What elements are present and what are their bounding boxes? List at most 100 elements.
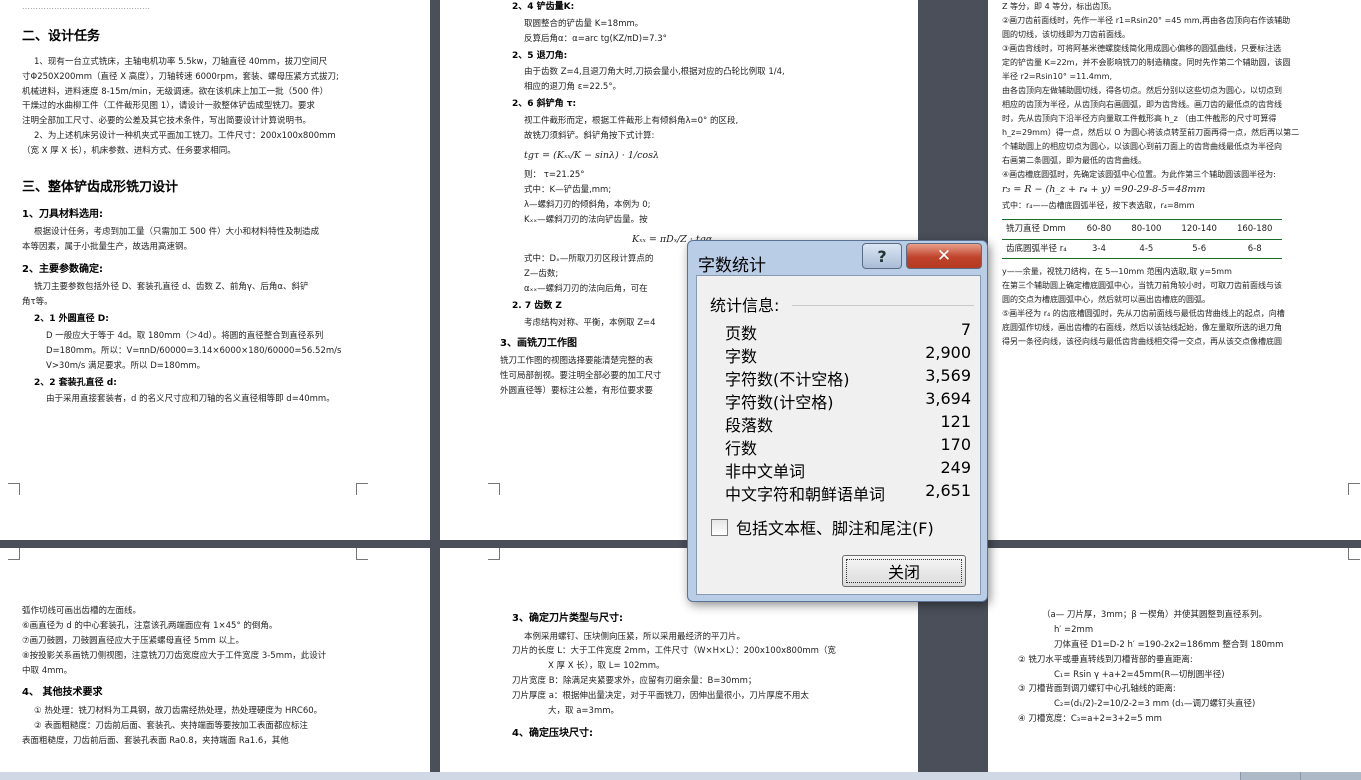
page-text-line: ⑦画刀鼓圆，刀鼓圆直径应大于压紧螺母直径 5mm 以上。 xyxy=(22,635,244,646)
document-page-3[interactable]: Z 等分，即 4 等分，标出齿顶。 ②画刀齿前面线时，先作一半径 r1=Rsin… xyxy=(988,0,1361,540)
table-cell: 80-100 xyxy=(1121,218,1172,240)
page-corner-mark xyxy=(488,483,500,495)
page-text-line: 圆的交点为槽底圆弧中心，然后就可以画出齿槽底的圆弧。 xyxy=(1002,295,1210,305)
subsection-heading: 3、确定刀片类型与尺寸: xyxy=(512,613,623,624)
subsection-heading: 4、 其他技术要求 xyxy=(22,687,103,699)
stat-row-lines: 行数 170 xyxy=(725,435,971,458)
status-bar-section xyxy=(1300,772,1361,780)
subsection-heading: 4、确定压块尺寸: xyxy=(512,727,593,739)
stat-label: 字数 xyxy=(725,347,758,366)
page-text-line: 由于采用直接套装者，d 的名义尺寸应和刀轴的名义直径相等即 d=40mm。 xyxy=(46,394,335,405)
page-text-line: 视工件截形而定，根据工件截形上有倾斜角λ=0° 的区段, xyxy=(524,115,739,126)
page-text-line: 刀片厚度 a：根据伸出量决定，对于平面铣刀，因伸出量很小，刀片厚度不用太 xyxy=(512,691,809,701)
page-corner-mark xyxy=(356,548,368,560)
stat-value: 7 xyxy=(960,320,971,339)
page-corner-mark xyxy=(1348,548,1360,560)
document-page-1[interactable]: ………………………………………… 二、设计任务 1、现有一台立式铣床，主轴电机功… xyxy=(0,0,430,540)
subsection-heading: 2、主要参数确定: xyxy=(22,263,103,275)
word-count-dialog[interactable]: 字数统计 ? ✕ 统计信息: 页数 7 字数 2,900 字符数(不计空格) 3… xyxy=(687,240,988,602)
stat-value: 3,569 xyxy=(925,366,971,385)
group-divider xyxy=(792,305,974,306)
page-text-line: Z 等分，即 4 等分，标出齿顶。 xyxy=(1002,2,1117,11)
page-text-line: ③ 刀槽背面到调刀螺钉中心孔轴线的距离: xyxy=(1018,684,1176,695)
page-corner-mark xyxy=(8,548,20,560)
stat-value: 170 xyxy=(940,435,971,454)
page-text-line: 中取 4mm。 xyxy=(22,665,73,676)
page-text-line: λ—螺斜刀刃的倾斜角，本例为 0; xyxy=(524,199,651,210)
page-text-line: Kₓₓ—螺斜刀刃的法向铲齿量。按 xyxy=(524,214,648,225)
page-text-line: ⑤画半径为 r₄ 的齿底槽圆弧时，先从刀齿前面线与最低齿背曲线上的起点，向槽 xyxy=(1002,309,1285,319)
table-cell: 120-140 xyxy=(1171,218,1227,240)
page-text-line: 表面粗糙度，刀齿前后面、套装孔表面 Ra0.8，夹持端面 Ra1.6，其他 xyxy=(22,735,289,746)
page-text-line: （宽 X 厚 X 长），机床参数、进料方式、任务要求相同。 xyxy=(22,146,236,156)
stat-label: 页数 xyxy=(725,324,758,343)
page-text-line: 铣刀主要参数包括外径 D、套装孔直径 d、齿数 Z、前角γ、后角α、斜铲 xyxy=(34,282,309,293)
page-text-line: 根据设计任务，考虑到加工量（只需加工 500 件）大小和材料特性及制造成 xyxy=(34,227,320,238)
page-text-line: 由各齿顶向左做辅助圆切线，得各切点。然后分别以这些切点为圆心，以切点到 xyxy=(1002,86,1282,95)
page-text-line: ② 表面粗糙度：刀齿前后面、套装孔、夹持端面等要按加工表面都应标注 xyxy=(34,720,308,731)
subsection-heading: 1、刀具材料选用: xyxy=(22,208,103,220)
page-text-line: ②画刀齿前面线时，先作一半径 r1=Rsin20° =45 mm,再由各齿顶向右… xyxy=(1002,16,1291,25)
page-text-line: ⑥画直径为 d 的中心套装孔，注意该孔两端面应有 1×45° 的倒角。 xyxy=(22,620,278,631)
page-text-line: 时，先从齿顶向下沿半径方向量取工件截形高 h_z （由工件截形的尺寸可算得 xyxy=(1002,114,1277,123)
page-text-line: h_z=29mm）得一点，然后以 O 为圆心将该点转至前刀面再得一点，然后再以第… xyxy=(1002,128,1300,137)
document-page-6[interactable]: （a— 刀片厚，3mm；β 一楔角）并使其圆整到直径系列。 h′ =2mm 刀体… xyxy=(988,548,1361,772)
table-cell: 4-5 xyxy=(1121,238,1172,260)
page-text-line: 得另一条径向线，该径向线与最低齿背曲线相交得一交点，再从该交点像槽底圆 xyxy=(1002,337,1282,347)
include-textboxes-checkbox[interactable] xyxy=(711,518,728,536)
page-corner-mark xyxy=(488,548,500,560)
radius-table: 铣刀直径 Dmm 60-80 80-100 120-140 160-180 齿底… xyxy=(1002,218,1283,260)
section-heading: 三、整体铲齿成形铣刀设计 xyxy=(22,179,179,195)
page-text-line: 1、现有一台立式铣床，主轴电机功率 5.5kw，刀轴直径 40mm，拔刀空间尺 xyxy=(34,56,328,67)
page-text-line: 寸Φ250X200mm（直径 X 高度），刀轴转速 6000rpm，套装、螺母压… xyxy=(22,71,339,82)
subsection-heading: 2、1 外圆直径 D: xyxy=(34,314,109,325)
page-text-line: 个辅助圆上的相应切点为圆心，以该圆心到前刀面上的齿背曲线最低点为半径向 xyxy=(1002,142,1282,151)
subsection-heading: 2、6 斜铲角 τ: xyxy=(512,99,577,109)
page-text-line: 大，取 a=3mm。 xyxy=(548,705,620,716)
table-cell: 160-180 xyxy=(1226,218,1283,240)
page-text-line: h′ =2mm xyxy=(1054,624,1094,635)
stat-row-words: 字数 2,900 xyxy=(725,343,971,366)
stat-row-non-cjk-words: 非中文单词 249 xyxy=(725,458,971,481)
status-bar-section xyxy=(1240,772,1300,780)
page-text-line: 刀体直径 D1=D-2 h′ =190-2x2=186mm 整合到 180mm xyxy=(1054,639,1284,650)
dialog-body: 统计信息: 页数 7 字数 2,900 字符数(不计空格) 3,569 字符数(… xyxy=(696,275,981,595)
page-text-line: 干燥过的水曲柳工件（工件截形见图 1），请设计一款整体铲齿成型铣刀。要求 xyxy=(22,101,315,112)
page-text-line: 右画第二条圆弧，即为最低的齿背曲线。 xyxy=(1002,156,1146,165)
table-cell: 60-80 xyxy=(1076,218,1122,240)
include-textboxes-option[interactable]: 包括文本框、脚注和尾注(F) xyxy=(711,515,934,539)
close-button[interactable]: 关闭 xyxy=(842,555,966,587)
table-cell: 3-4 xyxy=(1076,238,1122,260)
stat-label: 字符数(不计空格) xyxy=(725,370,850,389)
table-row: 铣刀直径 Dmm 60-80 80-100 120-140 160-180 xyxy=(1002,218,1283,240)
page-text-line: X 厚 X 长），取 L= 102mm。 xyxy=(548,661,665,672)
document-page-4[interactable]: 弧作切线可画出齿槽的左面线。 ⑥画直径为 d 的中心套装孔，注意该孔两端面应有 … xyxy=(0,548,430,772)
stat-label: 字符数(计空格) xyxy=(725,393,834,412)
page-text-line: 角τ等。 xyxy=(22,297,53,308)
page-text-line: 定的铲齿量 K=22m，并不会影响铣刀的制造精度。同时先作第二个辅助圆，该圆 xyxy=(1002,58,1291,67)
page-text-line: 机械进料，进料速度 8-15m/min，无级调速。欲在该机床上加工一批（500 … xyxy=(22,86,329,97)
page-text-line: V>30m/s 满足要求。所以 D=180mm。 xyxy=(46,360,206,371)
close-window-button[interactable]: ✕ xyxy=(906,243,982,269)
stat-value: 249 xyxy=(940,458,971,477)
help-icon: ? xyxy=(877,246,887,266)
page-text-line: 底圆弧作切线，画出齿槽的右面线，然后以该钻线起始，像左量取所选的退刀角 xyxy=(1002,323,1282,333)
help-button[interactable]: ? xyxy=(862,243,902,269)
stat-label: 段落数 xyxy=(725,416,774,435)
page-corner-mark xyxy=(8,483,20,495)
dialog-title: 字数统计 xyxy=(698,256,766,276)
include-textboxes-label: 包括文本框、脚注和尾注(F) xyxy=(736,519,934,538)
formula: r₃ = R − (h_z + r₄ + y) =90-29-8-5=48mm xyxy=(1002,184,1206,195)
page-text-line: 本例采用螺钉、压块侧向压紧，所以采用最经济的平刀片。 xyxy=(524,631,746,642)
subsection-heading: 2、5 退刀角: xyxy=(512,50,568,61)
stat-label: 中文字符和朝鲜语单词 xyxy=(725,485,886,504)
page-text-line: ⑧按投影关系画铣刀侧视图，注意铣刀刀齿宽度应大于工件宽度 3-5mm，此设计 xyxy=(22,650,327,661)
page-text-line: 式中：K—铲齿量,mm; xyxy=(524,185,612,195)
page-text-line: 式中：r₄——齿槽底圆弧半径，按下表选取，r₄=8mm xyxy=(1002,200,1195,210)
stat-row-chars-no-spaces: 字符数(不计空格) 3,569 xyxy=(725,366,971,389)
table-cell: 5-6 xyxy=(1171,238,1227,260)
document-workspace[interactable]: ………………………………………… 二、设计任务 1、现有一台立式铣床，主轴电机功… xyxy=(0,0,1361,780)
page-corner-mark xyxy=(1348,483,1360,495)
page-text-line: D=180mm。所以：V=πnD/60000=3.14×6000×180/600… xyxy=(46,345,342,356)
status-bar xyxy=(0,772,1361,780)
